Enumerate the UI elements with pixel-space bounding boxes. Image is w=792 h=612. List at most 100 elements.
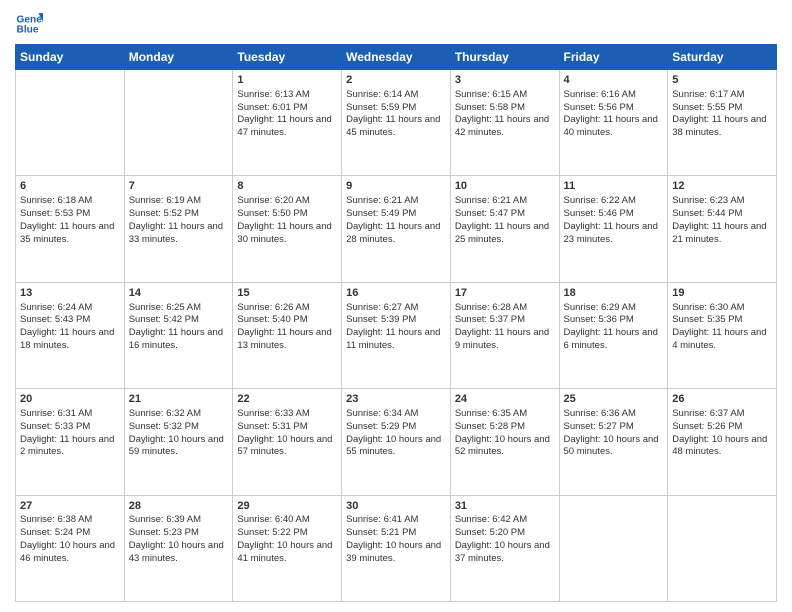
day-number: 6 — [20, 179, 120, 194]
calendar-week-row: 20Sunrise: 6:31 AM Sunset: 5:33 PM Dayli… — [16, 389, 777, 495]
day-info: Sunrise: 6:20 AM Sunset: 5:50 PM Dayligh… — [237, 195, 337, 246]
logo: General Blue — [15, 10, 43, 38]
calendar-day-cell: 26Sunrise: 6:37 AM Sunset: 5:26 PM Dayli… — [668, 389, 777, 495]
day-number: 18 — [564, 286, 664, 301]
page: General Blue SundayMondayTuesdayWednesda… — [0, 0, 792, 612]
day-info: Sunrise: 6:26 AM Sunset: 5:40 PM Dayligh… — [237, 302, 337, 353]
calendar-day-cell: 25Sunrise: 6:36 AM Sunset: 5:27 PM Dayli… — [559, 389, 668, 495]
calendar-week-row: 13Sunrise: 6:24 AM Sunset: 5:43 PM Dayli… — [16, 282, 777, 388]
calendar-day-cell: 22Sunrise: 6:33 AM Sunset: 5:31 PM Dayli… — [233, 389, 342, 495]
day-number: 13 — [20, 286, 120, 301]
day-info: Sunrise: 6:13 AM Sunset: 6:01 PM Dayligh… — [237, 89, 337, 140]
day-info: Sunrise: 6:31 AM Sunset: 5:33 PM Dayligh… — [20, 408, 120, 459]
calendar-day-cell: 17Sunrise: 6:28 AM Sunset: 5:37 PM Dayli… — [450, 282, 559, 388]
day-number: 25 — [564, 392, 664, 407]
calendar-day-cell — [668, 495, 777, 601]
calendar-day-cell: 14Sunrise: 6:25 AM Sunset: 5:42 PM Dayli… — [124, 282, 233, 388]
day-info: Sunrise: 6:29 AM Sunset: 5:36 PM Dayligh… — [564, 302, 664, 353]
day-info: Sunrise: 6:41 AM Sunset: 5:21 PM Dayligh… — [346, 514, 446, 565]
day-info: Sunrise: 6:22 AM Sunset: 5:46 PM Dayligh… — [564, 195, 664, 246]
day-info: Sunrise: 6:24 AM Sunset: 5:43 PM Dayligh… — [20, 302, 120, 353]
day-info: Sunrise: 6:42 AM Sunset: 5:20 PM Dayligh… — [455, 514, 555, 565]
day-number: 1 — [237, 73, 337, 88]
calendar-day-cell: 31Sunrise: 6:42 AM Sunset: 5:20 PM Dayli… — [450, 495, 559, 601]
calendar-day-cell: 11Sunrise: 6:22 AM Sunset: 5:46 PM Dayli… — [559, 176, 668, 282]
day-info: Sunrise: 6:17 AM Sunset: 5:55 PM Dayligh… — [672, 89, 772, 140]
calendar-day-cell: 28Sunrise: 6:39 AM Sunset: 5:23 PM Dayli… — [124, 495, 233, 601]
svg-text:Blue: Blue — [17, 25, 39, 36]
day-number: 27 — [20, 499, 120, 514]
calendar-day-cell: 20Sunrise: 6:31 AM Sunset: 5:33 PM Dayli… — [16, 389, 125, 495]
logo-icon: General Blue — [15, 10, 43, 38]
calendar-day-cell: 9Sunrise: 6:21 AM Sunset: 5:49 PM Daylig… — [342, 176, 451, 282]
calendar-header-row: SundayMondayTuesdayWednesdayThursdayFrid… — [16, 45, 777, 70]
calendar-day-cell: 2Sunrise: 6:14 AM Sunset: 5:59 PM Daylig… — [342, 70, 451, 176]
day-number: 28 — [129, 499, 229, 514]
day-number: 9 — [346, 179, 446, 194]
calendar-day-cell: 12Sunrise: 6:23 AM Sunset: 5:44 PM Dayli… — [668, 176, 777, 282]
day-info: Sunrise: 6:15 AM Sunset: 5:58 PM Dayligh… — [455, 89, 555, 140]
day-number: 8 — [237, 179, 337, 194]
calendar-day-header: Tuesday — [233, 45, 342, 70]
calendar-day-cell: 19Sunrise: 6:30 AM Sunset: 5:35 PM Dayli… — [668, 282, 777, 388]
calendar-week-row: 6Sunrise: 6:18 AM Sunset: 5:53 PM Daylig… — [16, 176, 777, 282]
calendar-week-row: 1Sunrise: 6:13 AM Sunset: 6:01 PM Daylig… — [16, 70, 777, 176]
day-number: 24 — [455, 392, 555, 407]
day-number: 3 — [455, 73, 555, 88]
day-info: Sunrise: 6:33 AM Sunset: 5:31 PM Dayligh… — [237, 408, 337, 459]
day-info: Sunrise: 6:27 AM Sunset: 5:39 PM Dayligh… — [346, 302, 446, 353]
calendar-day-cell: 7Sunrise: 6:19 AM Sunset: 5:52 PM Daylig… — [124, 176, 233, 282]
day-info: Sunrise: 6:25 AM Sunset: 5:42 PM Dayligh… — [129, 302, 229, 353]
calendar-day-cell: 15Sunrise: 6:26 AM Sunset: 5:40 PM Dayli… — [233, 282, 342, 388]
calendar-day-cell: 27Sunrise: 6:38 AM Sunset: 5:24 PM Dayli… — [16, 495, 125, 601]
calendar-day-cell: 23Sunrise: 6:34 AM Sunset: 5:29 PM Dayli… — [342, 389, 451, 495]
day-info: Sunrise: 6:35 AM Sunset: 5:28 PM Dayligh… — [455, 408, 555, 459]
day-number: 20 — [20, 392, 120, 407]
day-number: 12 — [672, 179, 772, 194]
day-number: 5 — [672, 73, 772, 88]
day-number: 11 — [564, 179, 664, 194]
calendar-day-cell: 6Sunrise: 6:18 AM Sunset: 5:53 PM Daylig… — [16, 176, 125, 282]
day-info: Sunrise: 6:21 AM Sunset: 5:47 PM Dayligh… — [455, 195, 555, 246]
calendar-table: SundayMondayTuesdayWednesdayThursdayFrid… — [15, 44, 777, 602]
day-info: Sunrise: 6:23 AM Sunset: 5:44 PM Dayligh… — [672, 195, 772, 246]
day-number: 23 — [346, 392, 446, 407]
calendar-day-header: Thursday — [450, 45, 559, 70]
day-info: Sunrise: 6:28 AM Sunset: 5:37 PM Dayligh… — [455, 302, 555, 353]
day-number: 14 — [129, 286, 229, 301]
day-info: Sunrise: 6:30 AM Sunset: 5:35 PM Dayligh… — [672, 302, 772, 353]
calendar-day-header: Wednesday — [342, 45, 451, 70]
calendar-day-cell: 3Sunrise: 6:15 AM Sunset: 5:58 PM Daylig… — [450, 70, 559, 176]
day-number: 30 — [346, 499, 446, 514]
calendar-day-cell — [124, 70, 233, 176]
header: General Blue — [15, 10, 777, 38]
day-number: 10 — [455, 179, 555, 194]
calendar-day-cell: 8Sunrise: 6:20 AM Sunset: 5:50 PM Daylig… — [233, 176, 342, 282]
day-info: Sunrise: 6:18 AM Sunset: 5:53 PM Dayligh… — [20, 195, 120, 246]
calendar-day-cell: 24Sunrise: 6:35 AM Sunset: 5:28 PM Dayli… — [450, 389, 559, 495]
day-info: Sunrise: 6:19 AM Sunset: 5:52 PM Dayligh… — [129, 195, 229, 246]
day-number: 4 — [564, 73, 664, 88]
calendar-day-cell — [559, 495, 668, 601]
day-number: 19 — [672, 286, 772, 301]
calendar-week-row: 27Sunrise: 6:38 AM Sunset: 5:24 PM Dayli… — [16, 495, 777, 601]
calendar-day-header: Monday — [124, 45, 233, 70]
day-number: 16 — [346, 286, 446, 301]
calendar-day-cell: 21Sunrise: 6:32 AM Sunset: 5:32 PM Dayli… — [124, 389, 233, 495]
day-info: Sunrise: 6:38 AM Sunset: 5:24 PM Dayligh… — [20, 514, 120, 565]
day-number: 15 — [237, 286, 337, 301]
calendar-day-cell: 30Sunrise: 6:41 AM Sunset: 5:21 PM Dayli… — [342, 495, 451, 601]
calendar-day-header: Saturday — [668, 45, 777, 70]
day-number: 7 — [129, 179, 229, 194]
day-number: 2 — [346, 73, 446, 88]
day-info: Sunrise: 6:21 AM Sunset: 5:49 PM Dayligh… — [346, 195, 446, 246]
calendar-day-cell: 10Sunrise: 6:21 AM Sunset: 5:47 PM Dayli… — [450, 176, 559, 282]
calendar-day-cell — [16, 70, 125, 176]
day-number: 21 — [129, 392, 229, 407]
day-info: Sunrise: 6:39 AM Sunset: 5:23 PM Dayligh… — [129, 514, 229, 565]
calendar-day-cell: 4Sunrise: 6:16 AM Sunset: 5:56 PM Daylig… — [559, 70, 668, 176]
calendar-day-header: Sunday — [16, 45, 125, 70]
day-info: Sunrise: 6:36 AM Sunset: 5:27 PM Dayligh… — [564, 408, 664, 459]
day-info: Sunrise: 6:37 AM Sunset: 5:26 PM Dayligh… — [672, 408, 772, 459]
day-number: 22 — [237, 392, 337, 407]
